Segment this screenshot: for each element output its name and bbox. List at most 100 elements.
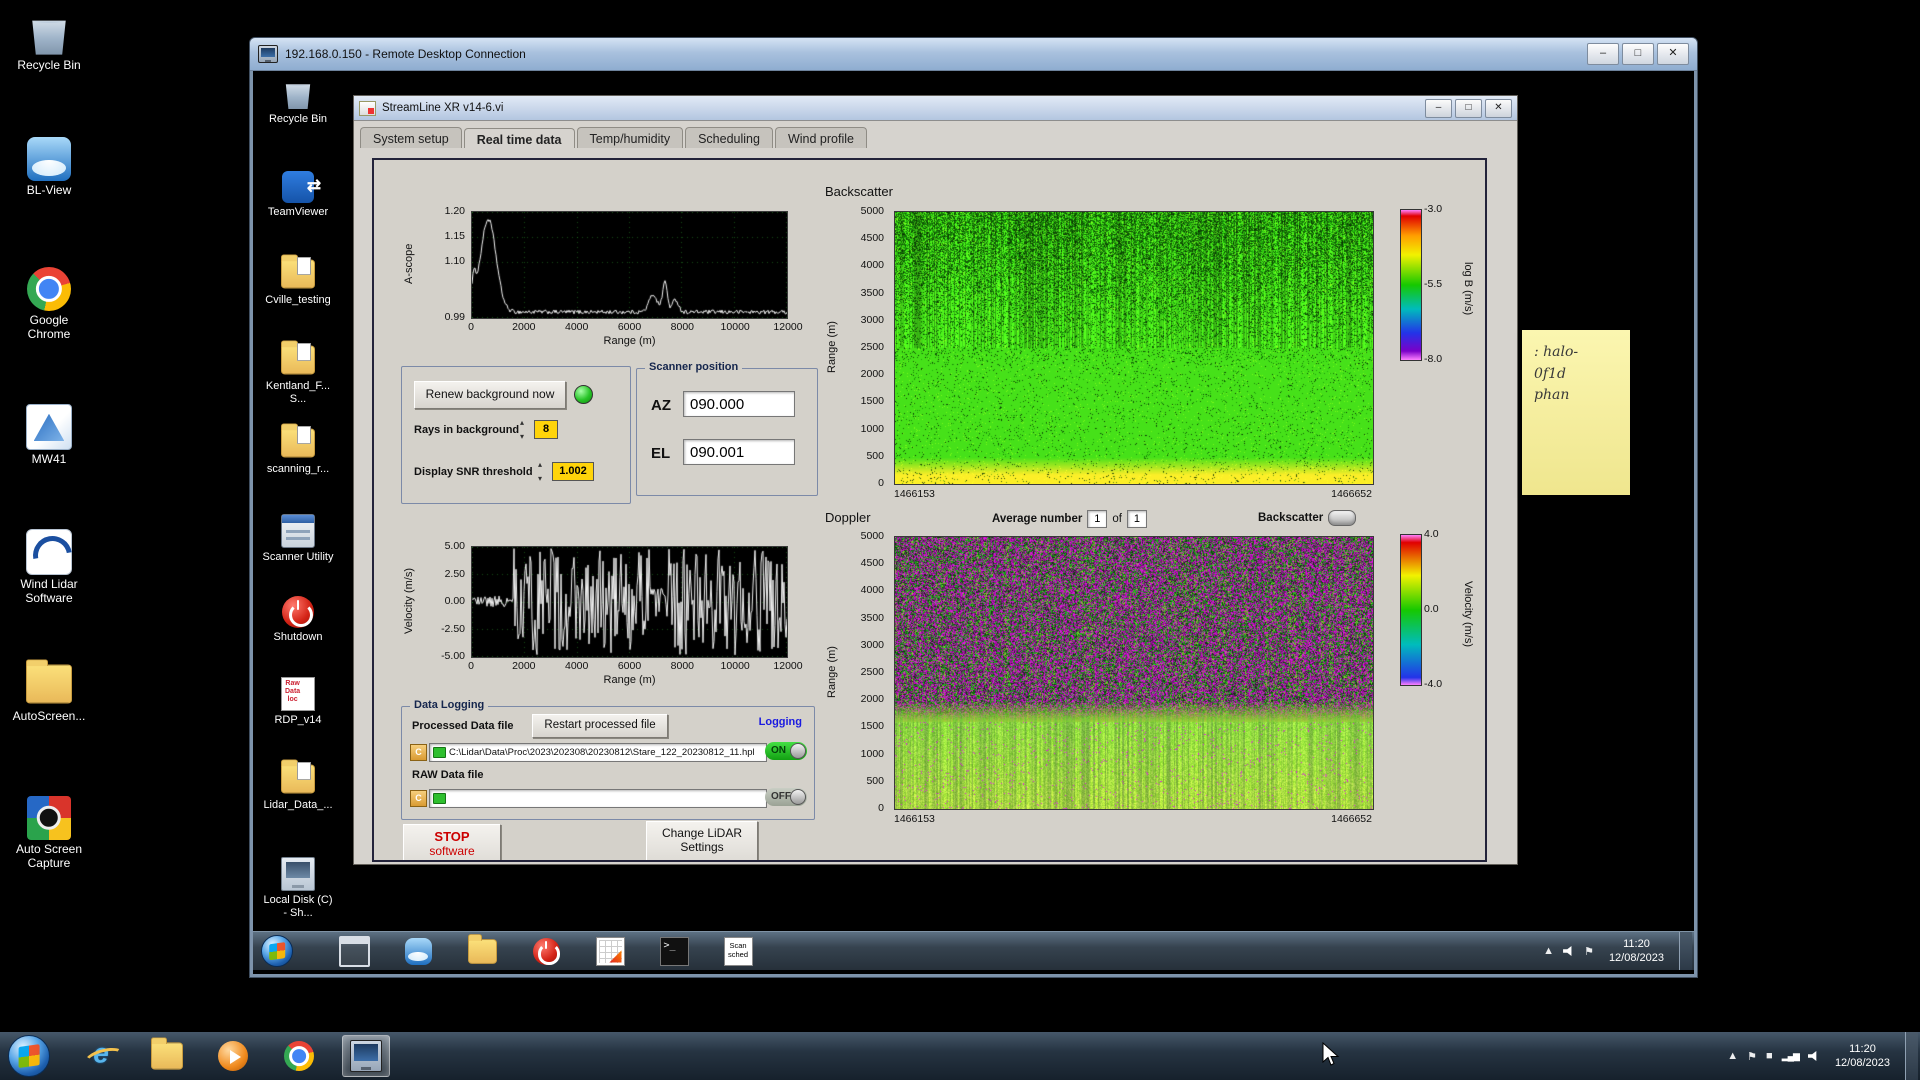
remote-taskbar-buttons: Scan sched (337, 933, 755, 967)
icon-label: Scan sched (727, 940, 748, 959)
raw-data-file-label: RAW Data file (412, 769, 484, 781)
remote-clock[interactable]: 11:20 12/08/2023 (1603, 937, 1670, 966)
desktop-icon-autoscreen[interactable]: AutoScreen... (10, 659, 88, 724)
change-button-line1: Change LiDAR (661, 826, 743, 840)
raw-path-field[interactable] (429, 789, 767, 808)
colorbar-tick-label: -8.0 (1424, 353, 1443, 365)
rays-in-background-label: Rays in background (414, 424, 520, 436)
y-tick-label: 2500 (860, 666, 884, 678)
x-tick-label: 1466652 (1331, 488, 1372, 500)
taskbar-button-internet-explorer[interactable] (78, 1036, 124, 1076)
backscatter-toggle[interactable] (1328, 510, 1357, 526)
folder-icon (433, 747, 446, 758)
desktop-icon-auto-screen-capture[interactable]: Auto Screen Capture (10, 796, 88, 871)
taskbar-button-remote-desktop[interactable] (342, 1035, 390, 1077)
taskbar-button-media-player[interactable] (210, 1036, 256, 1076)
desktop-icon-recycle-bin[interactable]: Recycle Bin (261, 78, 335, 126)
remote-start-button[interactable] (261, 935, 293, 967)
desktop-icon-scanning-r[interactable]: scanning_r... (261, 423, 335, 476)
taskbar-button-command-prompt[interactable] (657, 935, 691, 967)
volume-icon[interactable] (1807, 1050, 1817, 1062)
snr-value-field[interactable]: 1.002 (552, 462, 594, 481)
doppler-colorbar-label: Velocity (m/s) (1462, 580, 1474, 647)
system-tray: ▲ ⚑ ■ ▂▄▆ 11:20 12/08/2023 (1727, 1032, 1920, 1080)
backscatter-colorbar-ticks: -3.0 -5.5 -8.0 (1424, 203, 1466, 365)
doppler-title: Doppler (825, 510, 871, 525)
flag-icon[interactable]: ⚑ (1747, 1050, 1757, 1063)
hidden-icons-arrow[interactable]: ▲ (1543, 945, 1554, 957)
volume-icon[interactable] (1563, 945, 1572, 957)
data-logging-title: Data Logging (410, 699, 489, 711)
stop-software-button[interactable]: STOP software (403, 824, 501, 860)
desktop-icon-teamviewer[interactable]: TeamViewer (261, 171, 335, 219)
flag-icon[interactable]: ⚑ (1584, 945, 1594, 958)
az-field[interactable]: 090.000 (683, 391, 795, 417)
desktop-icon-cville-testing[interactable]: Cville_testing (261, 254, 335, 307)
rdp-window: 192.168.0.150 - Remote Desktop Connectio… (249, 37, 1698, 978)
taskbar-button-scan-sched[interactable]: Scan sched (721, 935, 755, 967)
desktop-icon-rdp-v14[interactable]: RDP_v14 (261, 677, 335, 727)
show-desktop-button[interactable] (1905, 1032, 1918, 1080)
vi-icon (595, 936, 625, 966)
desktop-icon-lidar-data[interactable]: Lidar_Data_... (261, 759, 335, 812)
cmd-icon (659, 936, 689, 966)
power-icon[interactable]: ■ (1766, 1050, 1773, 1062)
clock[interactable]: 11:20 12/08/2023 (1829, 1042, 1896, 1071)
taskbar-button-google-chrome[interactable] (276, 1036, 322, 1076)
snr-spinner[interactable] (538, 460, 549, 483)
desktop-icon-kentland-f-s[interactable]: Kentland_F... S... (261, 340, 335, 405)
desktop-icon-label: Scanner Utility (262, 551, 334, 563)
rays-spinner[interactable] (520, 418, 531, 441)
start-button[interactable] (8, 1035, 50, 1077)
remote-date: 12/08/2023 (1608, 952, 1664, 964)
desktop-icon-scanner-utility[interactable]: Scanner Utility (261, 514, 335, 564)
rdp-minimize-button[interactable]: – (1587, 43, 1619, 65)
taskbar-button-app-window[interactable] (337, 935, 371, 967)
bl-view-icon (404, 937, 432, 965)
labview-close-button[interactable]: ✕ (1485, 98, 1512, 118)
desktop-icon-label: Lidar_Data_... (263, 799, 333, 811)
taskbar-button-explorer[interactable] (465, 933, 499, 967)
labview-titlebar[interactable]: StreamLine XR v14-6.vi – □ ✕ (354, 96, 1517, 121)
taskbar-button-labview-vi[interactable] (593, 935, 627, 967)
a-scope-x-ticks: 0 2000 4000 6000 8000 10000 12000 (468, 321, 803, 333)
desktop-icon-local-disk-c-sh[interactable]: Local Disk (C) - Sh... (261, 857, 335, 919)
taskbar-button-shutdown[interactable] (529, 935, 563, 967)
labview-minimize-button[interactable]: – (1425, 98, 1452, 118)
sticky-note[interactable]: : halo- 0f1d phan (1522, 330, 1630, 495)
processed-logging-toggle[interactable]: ON (765, 742, 807, 760)
recycle-bin-icon (285, 84, 311, 110)
raw-logging-toggle[interactable]: OFF (765, 788, 807, 806)
average-number-field[interactable]: 1 (1087, 510, 1108, 528)
network-icon[interactable]: ▂▄▆ (1782, 1051, 1800, 1062)
y-tick-label: 4500 (860, 232, 884, 245)
taskbar-button-windows-explorer[interactable] (144, 1036, 190, 1076)
desktop-icon-label: Kentland_F... S... (265, 380, 331, 405)
average-total-field[interactable]: 1 (1126, 510, 1147, 528)
renew-background-button[interactable]: Renew background now (414, 381, 566, 409)
backscatter-x-ticks: 1466153 1466652 (894, 488, 1372, 500)
restart-processed-file-button[interactable]: Restart processed file (532, 714, 668, 738)
desktop-icon-shutdown[interactable]: Shutdown (261, 596, 335, 644)
desktop-icon-bl-view[interactable]: BL-View (10, 137, 88, 198)
el-field[interactable]: 090.001 (683, 439, 795, 465)
desktop-icon-label: TeamViewer (267, 206, 329, 218)
x-tick-label: 2000 (512, 321, 536, 333)
labview-restore-button[interactable]: □ (1455, 98, 1482, 118)
rdp-maximize-button[interactable]: □ (1622, 43, 1654, 65)
rdp-titlebar[interactable]: 192.168.0.150 - Remote Desktop Connectio… (250, 38, 1697, 71)
rays-value-field[interactable]: 8 (534, 420, 558, 439)
change-lidar-settings-button[interactable]: Change LiDAR Settings (646, 821, 758, 860)
processed-path-field[interactable]: C:\Lidar\Data\Proc\2023\202308\20230812\… (429, 743, 767, 762)
rdp-close-button[interactable]: ✕ (1657, 43, 1689, 65)
desktop-icon-recycle-bin[interactable]: Recycle Bin (10, 12, 88, 73)
remote-show-desktop-button[interactable] (1679, 932, 1692, 970)
screen-capture-icon (27, 796, 71, 840)
time: 11:20 (1849, 1042, 1876, 1055)
hidden-icons-arrow[interactable]: ▲ (1727, 1050, 1738, 1062)
snr-threshold-label: Display SNR threshold (414, 466, 533, 478)
taskbar-button-bl-view[interactable] (401, 935, 435, 967)
desktop-icon-mw41[interactable]: MW41 (10, 404, 88, 467)
desktop-icon-wind-lidar-software[interactable]: Wind Lidar Software (10, 529, 88, 606)
desktop-icon-google-chrome[interactable]: Google Chrome (10, 267, 88, 342)
